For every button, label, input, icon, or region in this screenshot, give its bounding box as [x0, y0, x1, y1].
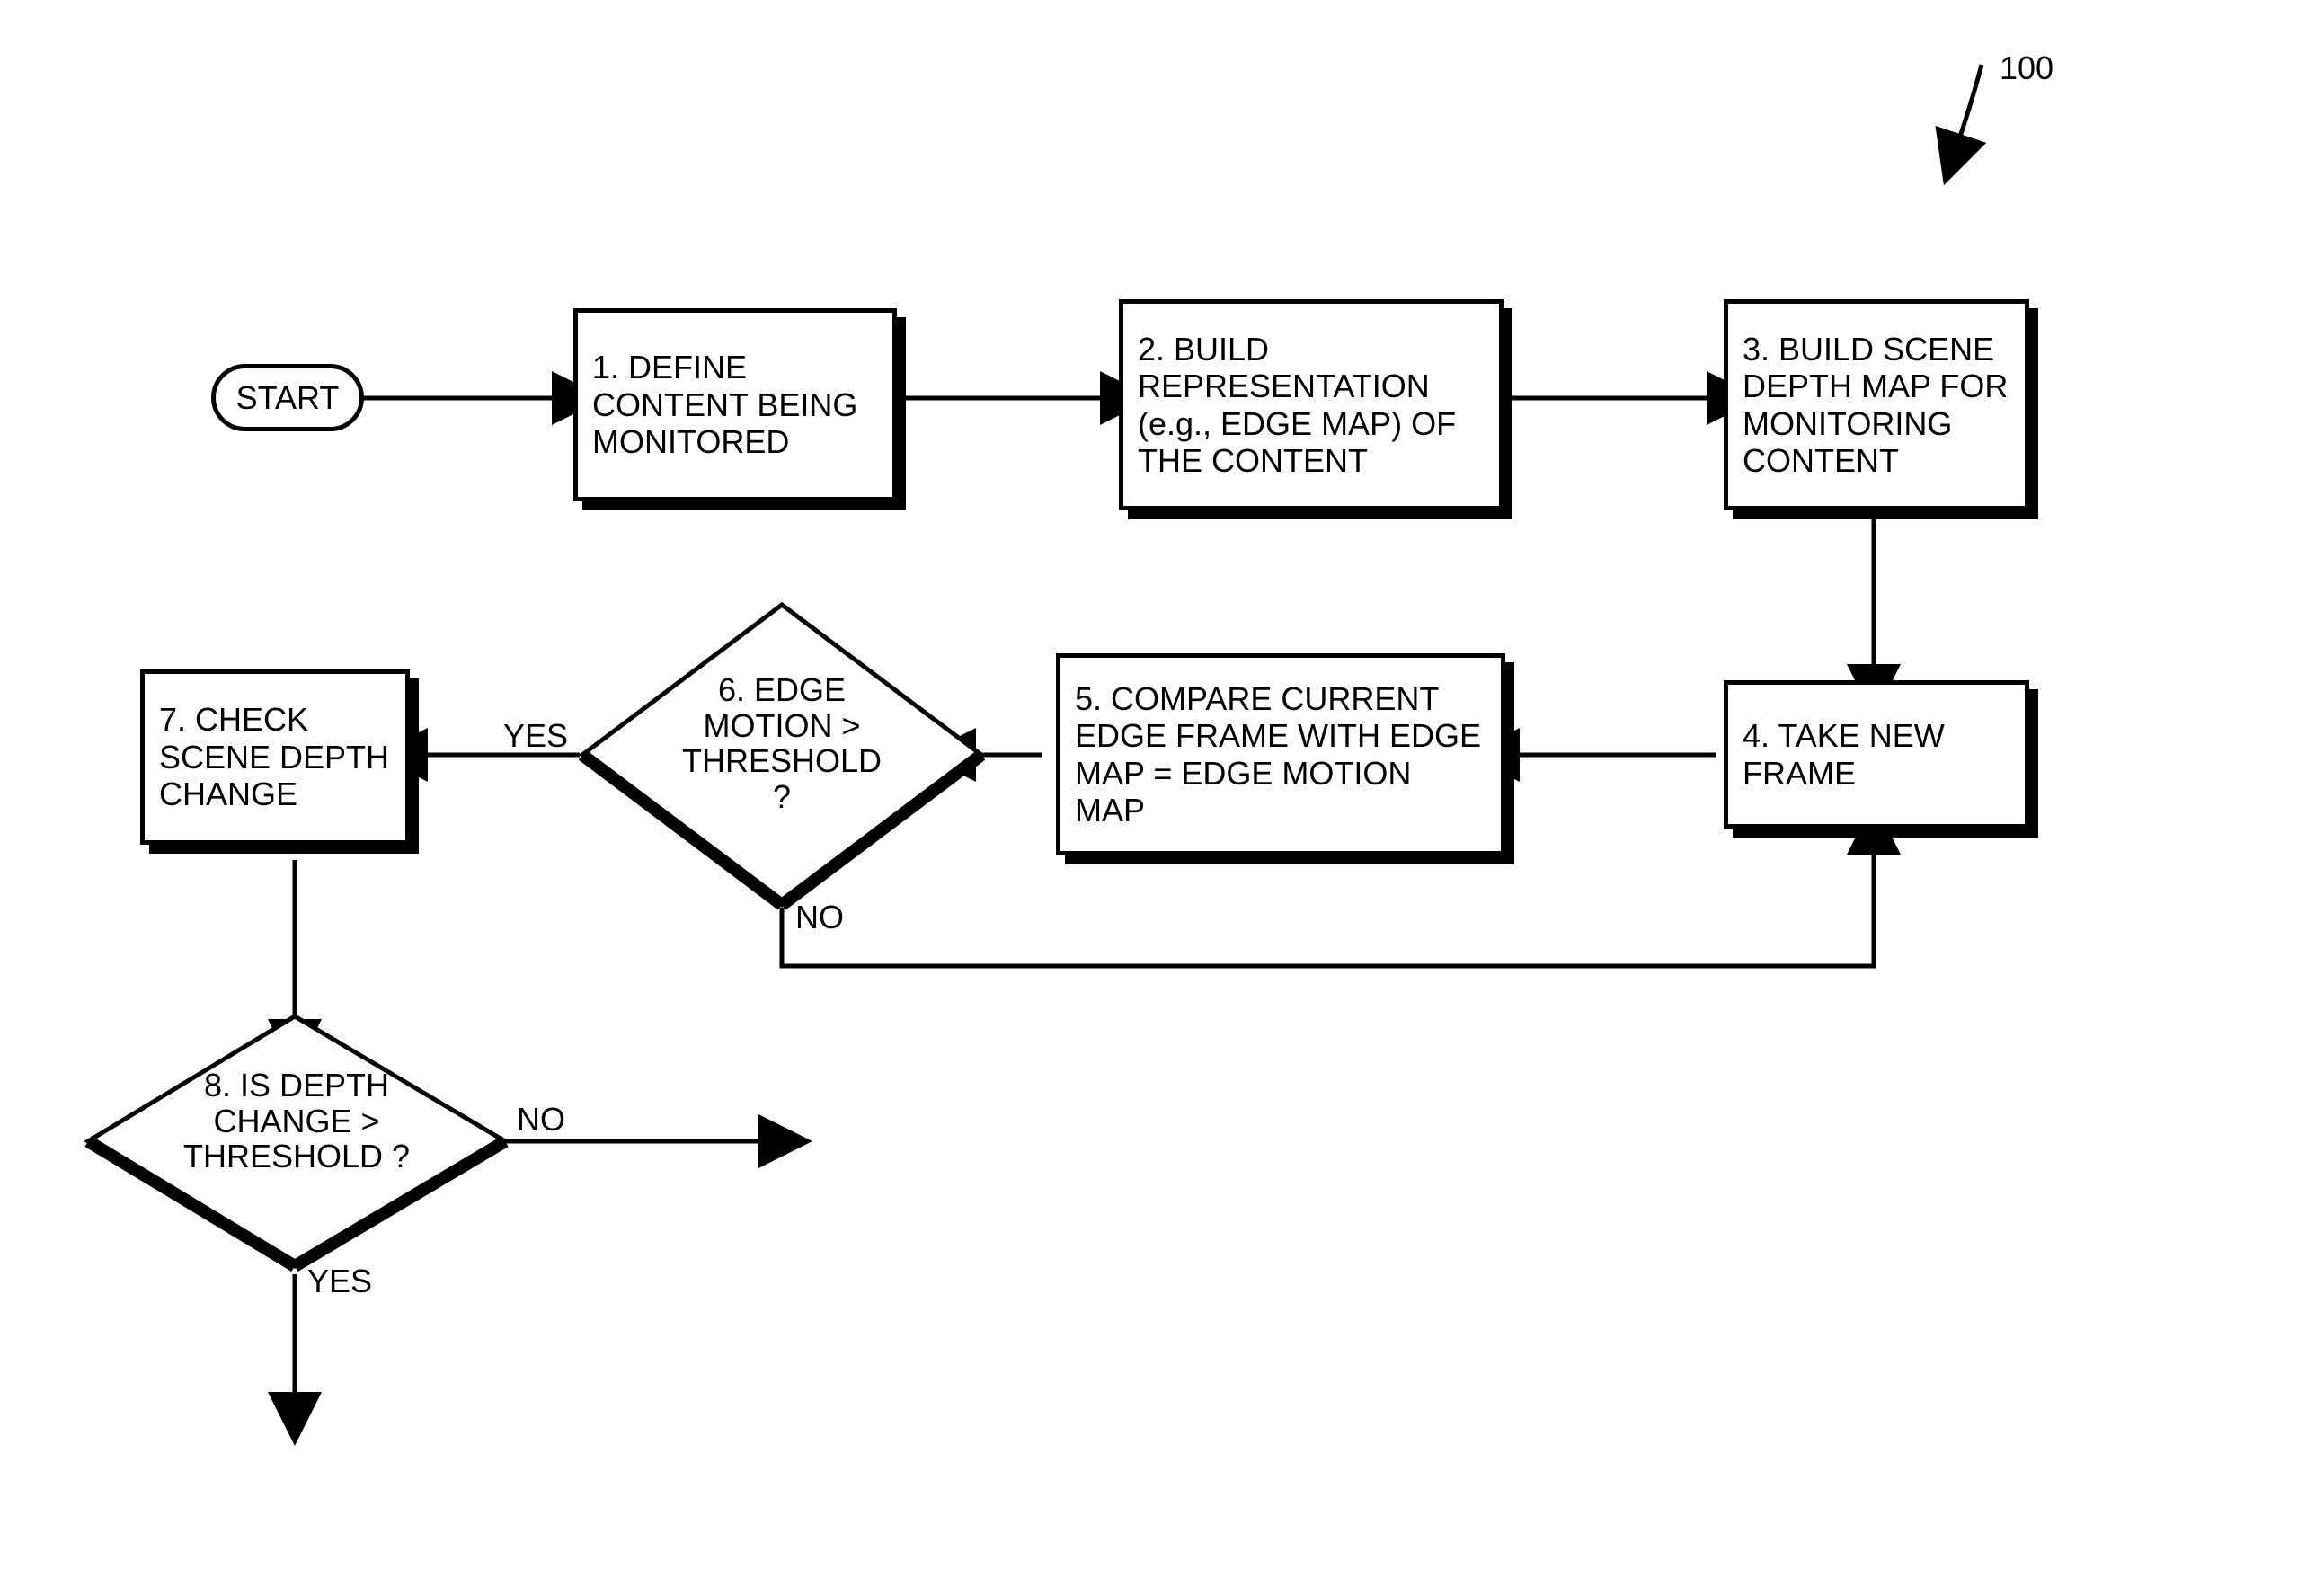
decision-8-text: 8. IS DEPTH CHANGE > THRESHOLD ? [166, 1068, 427, 1175]
start-label: START [236, 379, 340, 417]
step-1-define-content: 1. DEFINE CONTENT BEING MONITORED [573, 308, 897, 501]
step-2-build-representation: 2. BUILD REPRESENTATION (e.g., EDGE MAP)… [1119, 299, 1504, 510]
no-label-6: NO [795, 899, 844, 936]
step-5-compare-edge: 5. COMPARE CURRENT EDGE FRAME WITH EDGE … [1056, 653, 1505, 855]
step-7-check-depth-change: 7. CHECK SCENE DEPTH CHANGE [140, 669, 410, 845]
step-2-text: 2. BUILD REPRESENTATION (e.g., EDGE MAP)… [1138, 331, 1485, 480]
step-3-build-depth-map: 3. BUILD SCENE DEPTH MAP FOR MONITORING … [1724, 299, 2029, 510]
yes-label-6: YES [503, 717, 568, 755]
step-5-text: 5. COMPARE CURRENT EDGE FRAME WITH EDGE … [1075, 680, 1486, 829]
decision-6-text: 6. EDGE MOTION > THRESHOLD ? [670, 672, 894, 814]
no-label-8: NO [517, 1101, 565, 1139]
start-terminal: START [211, 364, 364, 431]
step-4-text: 4. TAKE NEW FRAME [1743, 717, 2010, 792]
step-3-text: 3. BUILD SCENE DEPTH MAP FOR MONITORING … [1743, 331, 2010, 480]
yes-label-8: YES [307, 1263, 372, 1300]
step-4-take-new-frame: 4. TAKE NEW FRAME [1724, 680, 2029, 829]
step-7-text: 7. CHECK SCENE DEPTH CHANGE [159, 701, 391, 812]
step-1-text: 1. DEFINE CONTENT BEING MONITORED [592, 349, 878, 460]
figure-reference: 100 [2000, 49, 2053, 87]
